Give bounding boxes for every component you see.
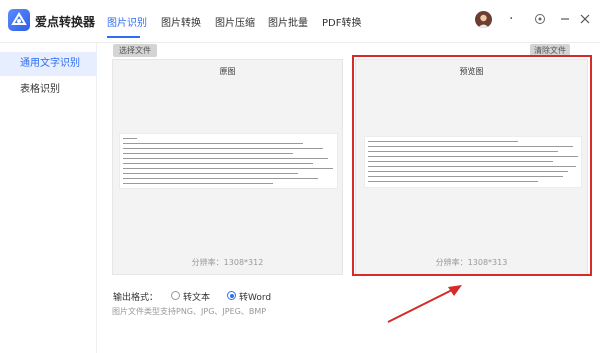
supported-types-hint: 图片文件类型支持PNG、JPG、JPEG、BMP xyxy=(112,307,267,316)
title-bar: 爱点转换器 图片识别 图片转换 图片压缩 图片批量 PDF转换 . xyxy=(0,0,600,43)
original-panel-title: 原图 xyxy=(219,67,236,76)
sidebar-item-table[interactable]: 表格识别 xyxy=(0,78,97,102)
preview-document-image xyxy=(364,136,582,188)
tab-image-compression[interactable]: 图片压缩 xyxy=(215,14,255,29)
app-title: 爱点转换器 xyxy=(35,15,96,29)
radio-to-text-label[interactable]: 转文本 xyxy=(183,290,210,303)
sidebar: 通用文字识别 表格识别 xyxy=(0,43,97,353)
original-resolution: 分辨率：1308*312 xyxy=(191,258,264,267)
preview-image-panel: 预览图 分辨率：1308*313 xyxy=(355,59,588,275)
sidebar-item-general-text[interactable]: 通用文字识别 xyxy=(0,52,97,76)
choose-file-button[interactable]: 选择文件 xyxy=(113,44,157,57)
tab-image-conversion[interactable]: 图片转换 xyxy=(161,14,201,29)
original-document-image xyxy=(119,133,338,189)
preview-resolution: 分辨率：1308*313 xyxy=(435,258,508,267)
radio-to-text[interactable] xyxy=(171,291,180,300)
active-tab-underline xyxy=(107,36,140,38)
radio-to-word[interactable] xyxy=(227,291,236,300)
minimize-icon[interactable] xyxy=(559,13,571,25)
clear-file-button[interactable]: 清除文件 xyxy=(530,44,570,57)
tab-image-batch[interactable]: 图片批量 xyxy=(268,14,308,29)
app-logo-icon xyxy=(8,9,30,31)
radio-to-word-label[interactable]: 转Word xyxy=(239,290,271,303)
output-format-label: 输出格式： xyxy=(113,293,159,303)
red-arrow-icon xyxy=(387,285,462,323)
preview-panel-title: 预览图 xyxy=(459,67,484,76)
output-format-row: 输出格式： 转文本 转Word xyxy=(113,290,313,303)
menu-dot-button[interactable]: . xyxy=(509,7,513,23)
original-image-panel: 原图 分辨率：1308*312 xyxy=(112,59,343,275)
close-icon[interactable] xyxy=(579,13,591,25)
tab-pdf-conversion[interactable]: PDF转换 xyxy=(322,14,361,29)
avatar-icon[interactable] xyxy=(475,11,492,28)
tab-image-recognition[interactable]: 图片识别 xyxy=(107,14,147,29)
settings-icon[interactable] xyxy=(534,13,546,25)
